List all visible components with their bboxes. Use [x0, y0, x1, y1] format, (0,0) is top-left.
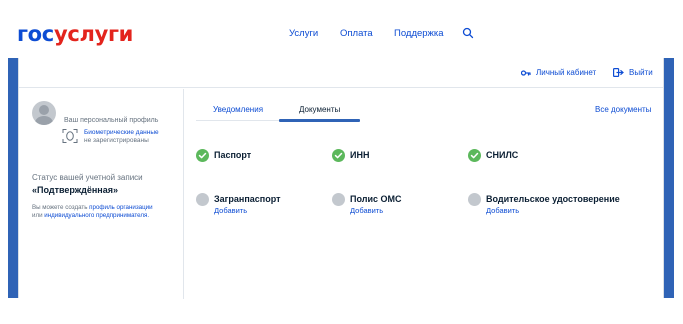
account-subbar: Личный кабинет Выйти: [19, 58, 663, 88]
document-snils-text: СНИЛС: [486, 149, 518, 162]
add-oms-policy-link[interactable]: Добавить: [350, 206, 402, 216]
hint-line-1: Вы можете создать профиль организации: [32, 204, 153, 212]
document-name: Загранпаспорт: [214, 194, 281, 204]
tab-notifications[interactable]: Уведомления: [213, 105, 263, 114]
empty-status-icon: [332, 193, 345, 206]
tab-documents[interactable]: Документы: [299, 105, 340, 114]
top-navigation: Услуги Оплата Поддержка: [0, 27, 683, 42]
biometric-status-text: не зарегистрированы: [84, 137, 149, 144]
document-name: Водительское удостоверение: [486, 194, 620, 204]
document-inn[interactable]: ИНН: [332, 149, 369, 162]
empty-status-icon: [468, 193, 481, 206]
account-status-value: «Подтверждённая»: [32, 185, 119, 195]
document-foreign-passport-text: Загранпаспорт Добавить: [214, 193, 281, 216]
document-passport-text: Паспорт: [214, 149, 251, 162]
all-documents-link[interactable]: Все документы: [595, 105, 651, 114]
avatar-head: [39, 105, 49, 115]
add-foreign-passport-link[interactable]: Добавить: [214, 206, 281, 216]
hint-text-1: Вы можете создать: [32, 204, 88, 211]
document-passport[interactable]: Паспорт: [196, 149, 251, 162]
organization-profile-link[interactable]: профиль организации: [89, 204, 152, 211]
nav-services-link[interactable]: Услуги: [289, 28, 318, 39]
face-scan-icon: [62, 129, 78, 143]
check-icon: [468, 149, 481, 162]
entrepreneur-profile-link[interactable]: индивидуального предпринимателя.: [44, 212, 149, 219]
biometric-status: Биометрические данные не зарегистрирован…: [84, 129, 159, 145]
logout-link[interactable]: Выйти: [613, 68, 653, 77]
active-tab-indicator: [279, 119, 360, 122]
frame-inner-edge-left: [18, 58, 19, 298]
document-name: Полис ОМС: [350, 194, 402, 204]
personal-cabinet-link[interactable]: Личный кабинет: [521, 68, 596, 77]
document-name: Паспорт: [214, 150, 252, 160]
add-driver-license-link[interactable]: Добавить: [486, 206, 620, 216]
key-icon: [521, 69, 531, 76]
check-icon: [332, 149, 345, 162]
personal-profile-label[interactable]: Ваш персональный профиль: [64, 117, 158, 124]
check-icon: [196, 149, 209, 162]
document-oms-policy[interactable]: Полис ОМС Добавить: [332, 193, 402, 216]
frame-left-border: [8, 58, 18, 298]
document-inn-text: ИНН: [350, 149, 369, 162]
biometric-link[interactable]: Биометрические данные: [84, 129, 159, 137]
document-foreign-passport[interactable]: Загранпаспорт Добавить: [196, 193, 281, 216]
avatar-body: [35, 116, 53, 125]
account-status-label: Статус вашей учетной записи: [32, 173, 143, 182]
document-driver-license-text: Водительское удостоверение Добавить: [486, 193, 620, 216]
nav-support-link[interactable]: Поддержка: [394, 28, 444, 39]
frame-right-border: [664, 58, 674, 298]
hint-text-2: или: [32, 212, 43, 219]
personal-cabinet-label: Личный кабинет: [536, 68, 597, 77]
document-snils[interactable]: СНИЛС: [468, 149, 518, 162]
nav-payment-link[interactable]: Оплата: [340, 28, 373, 39]
document-driver-license[interactable]: Водительское удостоверение Добавить: [468, 193, 620, 216]
logout-icon: [613, 68, 624, 77]
logout-label: Выйти: [629, 68, 653, 77]
avatar[interactable]: [32, 101, 56, 125]
search-icon[interactable]: [462, 27, 474, 39]
frame-inner-edge-right: [663, 58, 664, 298]
document-oms-policy-text: Полис ОМС Добавить: [350, 193, 402, 216]
empty-status-icon: [196, 193, 209, 206]
create-profile-hint: Вы можете создать профиль организации ил…: [32, 204, 153, 220]
document-name: ИНН: [350, 150, 370, 160]
document-name: СНИЛС: [486, 150, 519, 160]
hint-line-2: или индивидуального предпринимателя.: [32, 212, 153, 220]
sidebar-divider: [183, 89, 184, 299]
